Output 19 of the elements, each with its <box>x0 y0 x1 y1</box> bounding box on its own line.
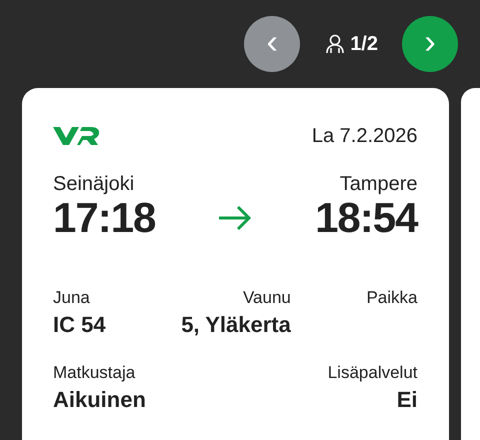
field-value: IC 54 <box>53 312 106 339</box>
person-icon <box>324 33 346 55</box>
ticket-counter: 1/2 <box>350 32 378 57</box>
field-value: Ei <box>396 387 418 414</box>
travel-date: La 7.2.2026 <box>312 124 418 148</box>
field-label: Juna <box>53 288 90 308</box>
field-value: 5, Yläkerta <box>181 312 291 339</box>
field-label: Lisäpalvelut <box>328 362 418 384</box>
logo-icon <box>53 125 99 147</box>
field-label: Vaunu <box>242 288 291 308</box>
departure-station: Seinäjoki <box>53 172 134 196</box>
departure-time: 17:18 <box>53 196 156 240</box>
arrival-time: 18:54 <box>315 196 418 240</box>
next-button[interactable]: › <box>402 16 458 72</box>
field-label: Matkustaja <box>53 362 136 384</box>
arrow-icon <box>218 205 252 232</box>
field-label: Paikka <box>366 288 418 308</box>
field-value: Aikuinen <box>53 387 146 414</box>
arrival-station: Tampere <box>340 172 418 196</box>
